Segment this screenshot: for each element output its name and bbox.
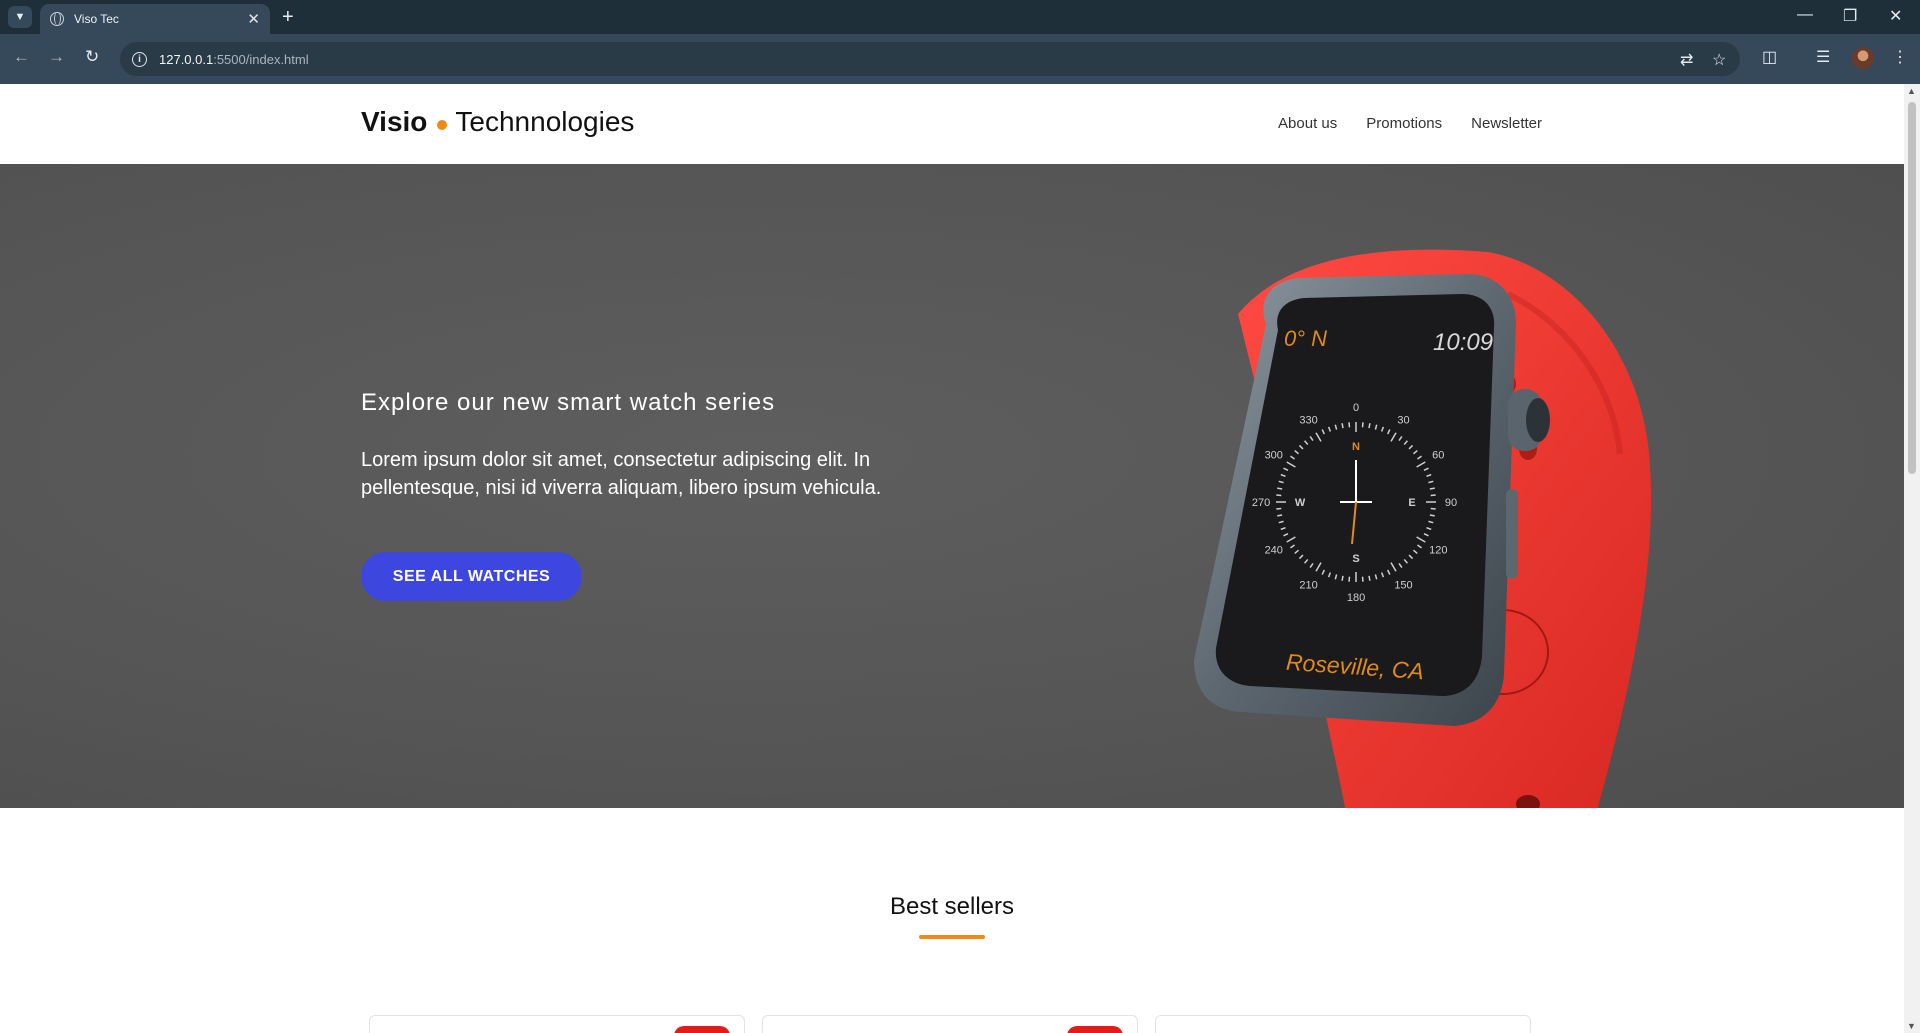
globe-icon bbox=[50, 12, 64, 26]
tab-title: Viso Tec bbox=[74, 12, 119, 26]
close-window-button[interactable]: ✕ bbox=[1889, 6, 1902, 26]
compass-tick bbox=[1429, 487, 1435, 490]
compass-tick bbox=[1429, 514, 1435, 517]
smart-watch-image: 0° N 10:09 Roseville, CA 030609012015018… bbox=[1194, 249, 1652, 808]
best-sellers-heading: Best sellers bbox=[889, 893, 1015, 920]
translate-icon[interactable]: ⇄ bbox=[1680, 50, 1693, 70]
compass-degree-label: 150 bbox=[1394, 579, 1412, 591]
url-path: :5500/index.html bbox=[213, 51, 309, 67]
product-card[interactable] bbox=[1155, 1015, 1531, 1033]
sale-badge bbox=[1067, 1026, 1123, 1033]
compass-degree-label: 30 bbox=[1397, 415, 1409, 427]
address-bar[interactable]: i 127.0.0.1:5500/index.html ⇄ ☆ bbox=[120, 42, 1740, 76]
close-tab-icon[interactable]: ✕ bbox=[247, 10, 260, 28]
hero-description: Lorem ipsum dolor sit amet, consectetur … bbox=[361, 449, 882, 499]
minimize-button[interactable]: — bbox=[1797, 6, 1813, 24]
restore-button[interactable]: ❐ bbox=[1843, 6, 1857, 26]
compass-degree-label: 0 bbox=[1353, 402, 1359, 414]
tab-search-button[interactable]: ▼ bbox=[8, 6, 32, 28]
watch-time: 10:09 bbox=[1433, 329, 1493, 356]
compass-letter-label: E bbox=[1408, 497, 1415, 509]
product-card[interactable] bbox=[762, 1015, 1138, 1033]
compass-degree-label: 210 bbox=[1299, 579, 1317, 591]
compass-degree-label: 330 bbox=[1299, 415, 1317, 427]
new-tab-button[interactable]: + bbox=[282, 6, 294, 28]
compass-tick bbox=[1341, 575, 1344, 581]
scrollbar-thumb[interactable] bbox=[1908, 102, 1916, 474]
compass-tick bbox=[1368, 423, 1371, 429]
url-host: 127.0.0.1 bbox=[159, 51, 214, 67]
logo-primary: Visio bbox=[361, 106, 428, 137]
compass-tick bbox=[1277, 514, 1283, 517]
nav-promotions[interactable]: Promotions bbox=[1366, 115, 1442, 132]
scroll-down-arrow-icon[interactable]: ▼ bbox=[1907, 1021, 1916, 1031]
main-nav: About us Promotions Newsletter bbox=[1278, 115, 1542, 132]
page-scrollbar[interactable]: ▲ ▼ bbox=[1904, 84, 1920, 1033]
hero-section: Explore our new smart watch series Lorem… bbox=[0, 164, 1904, 808]
page-viewport: Visio Technnologies About us Promotions … bbox=[0, 84, 1904, 1033]
browser-toolbar: ← → ↻ i 127.0.0.1:5500/index.html ⇄ ☆ ◫ … bbox=[0, 34, 1920, 84]
compass-degree-label: 180 bbox=[1347, 592, 1365, 604]
logo-secondary: Technnologies bbox=[455, 106, 635, 137]
back-icon[interactable]: ← bbox=[13, 47, 30, 67]
heading-underline bbox=[919, 935, 985, 939]
compass-tick bbox=[1277, 487, 1283, 490]
chevron-down-icon: ▼ bbox=[14, 11, 26, 23]
nav-newsletter[interactable]: Newsletter bbox=[1471, 115, 1542, 132]
compass-degree-label: 90 bbox=[1445, 497, 1457, 509]
compass-degree-label: 300 bbox=[1265, 450, 1283, 462]
media-controls-icon[interactable]: ☰ bbox=[1816, 47, 1830, 67]
compass-degree-label: 120 bbox=[1429, 545, 1447, 557]
logo-dot bbox=[437, 120, 448, 130]
nav-about-us[interactable]: About us bbox=[1278, 115, 1337, 132]
reload-icon[interactable]: ↻ bbox=[85, 47, 99, 67]
compass-tick bbox=[1341, 423, 1344, 429]
compass-letter-label: N bbox=[1352, 441, 1360, 453]
compass-letter-label: W bbox=[1295, 497, 1306, 509]
browser-tab-active[interactable]: Viso Tec ✕ bbox=[40, 4, 270, 34]
sale-badge bbox=[674, 1026, 730, 1033]
scroll-up-arrow-icon[interactable]: ▲ bbox=[1907, 86, 1916, 96]
profile-avatar[interactable] bbox=[1852, 47, 1874, 69]
compass-letter-label: S bbox=[1352, 553, 1359, 565]
extensions-icon[interactable]: ◫ bbox=[1762, 47, 1777, 67]
site-header: Visio Technnologies About us Promotions … bbox=[0, 84, 1904, 164]
compass-tick bbox=[1368, 575, 1371, 581]
browser-tab-strip: ▼ Viso Tec ✕ + — ❐ ✕ bbox=[0, 0, 1920, 34]
compass-degree-label: 270 bbox=[1252, 497, 1270, 509]
hero-heading: Explore our new smart watch series bbox=[361, 389, 776, 416]
bookmark-star-icon[interactable]: ☆ bbox=[1712, 50, 1726, 70]
watch-latitude: 0° N bbox=[1284, 326, 1327, 351]
menu-dots-icon[interactable]: ⋮ bbox=[1892, 47, 1908, 67]
site-info-icon[interactable]: i bbox=[132, 51, 147, 67]
compass-degree-label: 60 bbox=[1432, 450, 1444, 462]
product-card[interactable] bbox=[369, 1015, 745, 1033]
forward-icon[interactable]: → bbox=[48, 47, 65, 67]
compass-degree-label: 240 bbox=[1265, 545, 1283, 557]
site-logo[interactable]: Visio Technnologies bbox=[361, 106, 634, 138]
see-all-watches-button[interactable]: SEE ALL WATCHES bbox=[361, 552, 582, 601]
